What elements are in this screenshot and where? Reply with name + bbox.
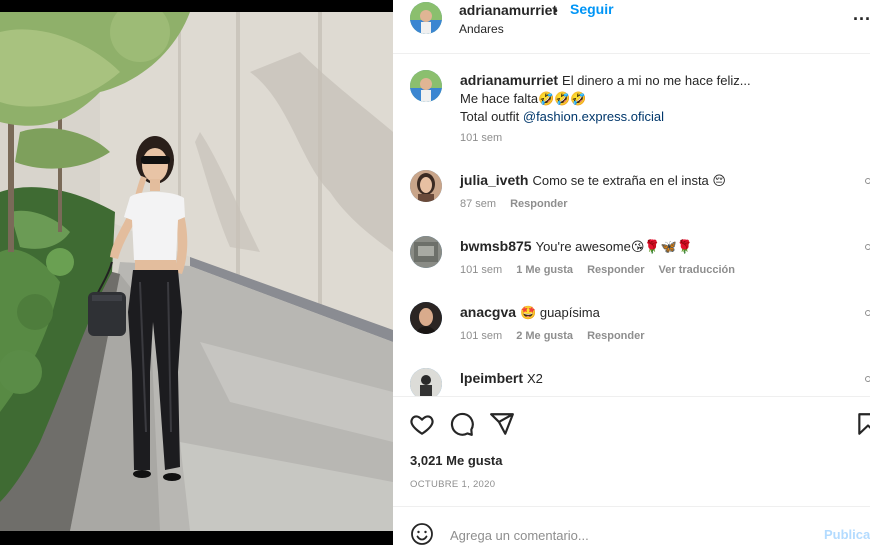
caption-avatar-image (410, 70, 442, 102)
comment-body: 🤩 guapísima (520, 305, 600, 320)
comment-text: bwmsb875 You're awesome😘🌹🦋🌹 (460, 238, 693, 255)
comment-meta: 101 sem 2 Me gusta Responder (460, 330, 659, 342)
photo-illustration (0, 12, 393, 531)
emoji-icon[interactable] (410, 522, 434, 545)
comment-text: julia_iveth Como se te extraña en el inst… (460, 172, 726, 189)
more-options-icon[interactable]: ... (853, 4, 870, 25)
post-actions: 3,021 Me gusta OCTUBRE 1, 2020 (393, 396, 870, 506)
comment-body: You're awesome😘🌹🦋🌹 (535, 239, 693, 254)
commenter-avatar[interactable] (410, 170, 442, 202)
comment-input[interactable] (450, 525, 800, 545)
reply-button[interactable]: Responder (587, 264, 644, 276)
comment-username[interactable]: lpeimbert (460, 370, 523, 386)
post-location[interactable]: Andares (459, 22, 504, 36)
commenter-avatar-image (410, 368, 442, 396)
post-date[interactable]: OCTUBRE 1, 2020 (410, 479, 495, 490)
share-icon[interactable] (489, 411, 515, 437)
post-side-panel: adrianamurriet • Seguir Andares ... adri… (393, 0, 870, 545)
comment-like-icon[interactable] (865, 178, 870, 184)
comment-like-icon[interactable] (865, 376, 870, 382)
author-username[interactable]: adrianamurriet (459, 2, 557, 18)
add-comment-bar: Publicar (393, 506, 870, 545)
caption-time[interactable]: 101 sem (460, 132, 502, 144)
comment-username[interactable]: anacgva (460, 304, 516, 320)
comment-item: julia_iveth Como se te extraña en el inst… (393, 170, 870, 230)
comment-meta: 87 sem Responder (460, 198, 582, 210)
follow-button[interactable]: Seguir (570, 1, 614, 17)
commenter-avatar-image (410, 302, 442, 334)
comment-text: lpeimbert X2 (460, 370, 543, 386)
comment-text: anacgva 🤩 guapísima (460, 304, 600, 321)
commenter-avatar-image (410, 170, 442, 202)
author-avatar-image (410, 2, 442, 34)
reply-button[interactable]: Responder (587, 330, 644, 342)
comment-username[interactable]: bwmsb875 (460, 238, 532, 254)
publish-button[interactable]: Publicar (824, 527, 870, 542)
comment-time[interactable]: 101 sem (460, 264, 502, 276)
comment-like-icon[interactable] (865, 244, 870, 250)
likes-count[interactable]: 3,021 Me gusta (410, 453, 503, 468)
commenter-avatar-image (410, 236, 442, 268)
instagram-post-modal: adrianamurriet • Seguir Andares ... adri… (0, 0, 870, 545)
heart-icon[interactable] (409, 411, 435, 437)
comment-likes[interactable]: 1 Me gusta (516, 264, 573, 276)
comment-like-icon[interactable] (865, 310, 870, 316)
comment-body: Como se te extraña en el insta 😔 (532, 173, 726, 188)
comment-likes[interactable]: 2 Me gusta (516, 330, 573, 342)
caption-line-2: Me hace falta🤣🤣🤣 (460, 91, 587, 106)
caption-line-1: El dinero a mi no me hace feliz... (562, 73, 751, 88)
caption-mention-link[interactable]: @fashion.express.oficial (523, 109, 664, 124)
comment-time[interactable]: 101 sem (460, 330, 502, 342)
separator-dot: • (553, 2, 558, 18)
commenter-avatar[interactable] (410, 368, 442, 396)
reply-button[interactable]: Responder (510, 198, 567, 210)
comment-username[interactable]: julia_iveth (460, 172, 528, 188)
bookmark-icon[interactable] (855, 411, 870, 437)
commenter-avatar[interactable] (410, 302, 442, 334)
post-photo[interactable] (0, 12, 393, 531)
caption-text: adrianamurriet El dinero a mi no me hace … (460, 71, 840, 126)
translate-button[interactable]: Ver traducción (659, 264, 735, 276)
backdrop-bottom (0, 531, 393, 545)
post-header: adrianamurriet • Seguir Andares ... (393, 0, 870, 54)
comment-body: X2 (527, 371, 543, 386)
comment-item: anacgva 🤩 guapísima 101 sem 2 Me gusta Resp… (393, 302, 870, 362)
comment-item: lpeimbert X2 (393, 368, 870, 396)
comment-item: bwmsb875 You're awesome😘🌹🦋🌹 101 sem 1 Me g… (393, 236, 870, 296)
comment-meta: 101 sem 1 Me gusta Responder Ver traducción (460, 264, 749, 276)
caption-line-3: Total outfit (460, 109, 523, 124)
commenter-avatar[interactable] (410, 236, 442, 268)
comment-time[interactable]: 87 sem (460, 198, 496, 210)
backdrop-top (0, 0, 393, 12)
comments-list[interactable]: adrianamurriet El dinero a mi no me hace … (393, 55, 870, 396)
author-avatar[interactable] (410, 2, 442, 34)
comment-icon[interactable] (449, 411, 475, 437)
caption-avatar[interactable] (410, 70, 442, 102)
caption-username[interactable]: adrianamurriet (460, 72, 558, 88)
